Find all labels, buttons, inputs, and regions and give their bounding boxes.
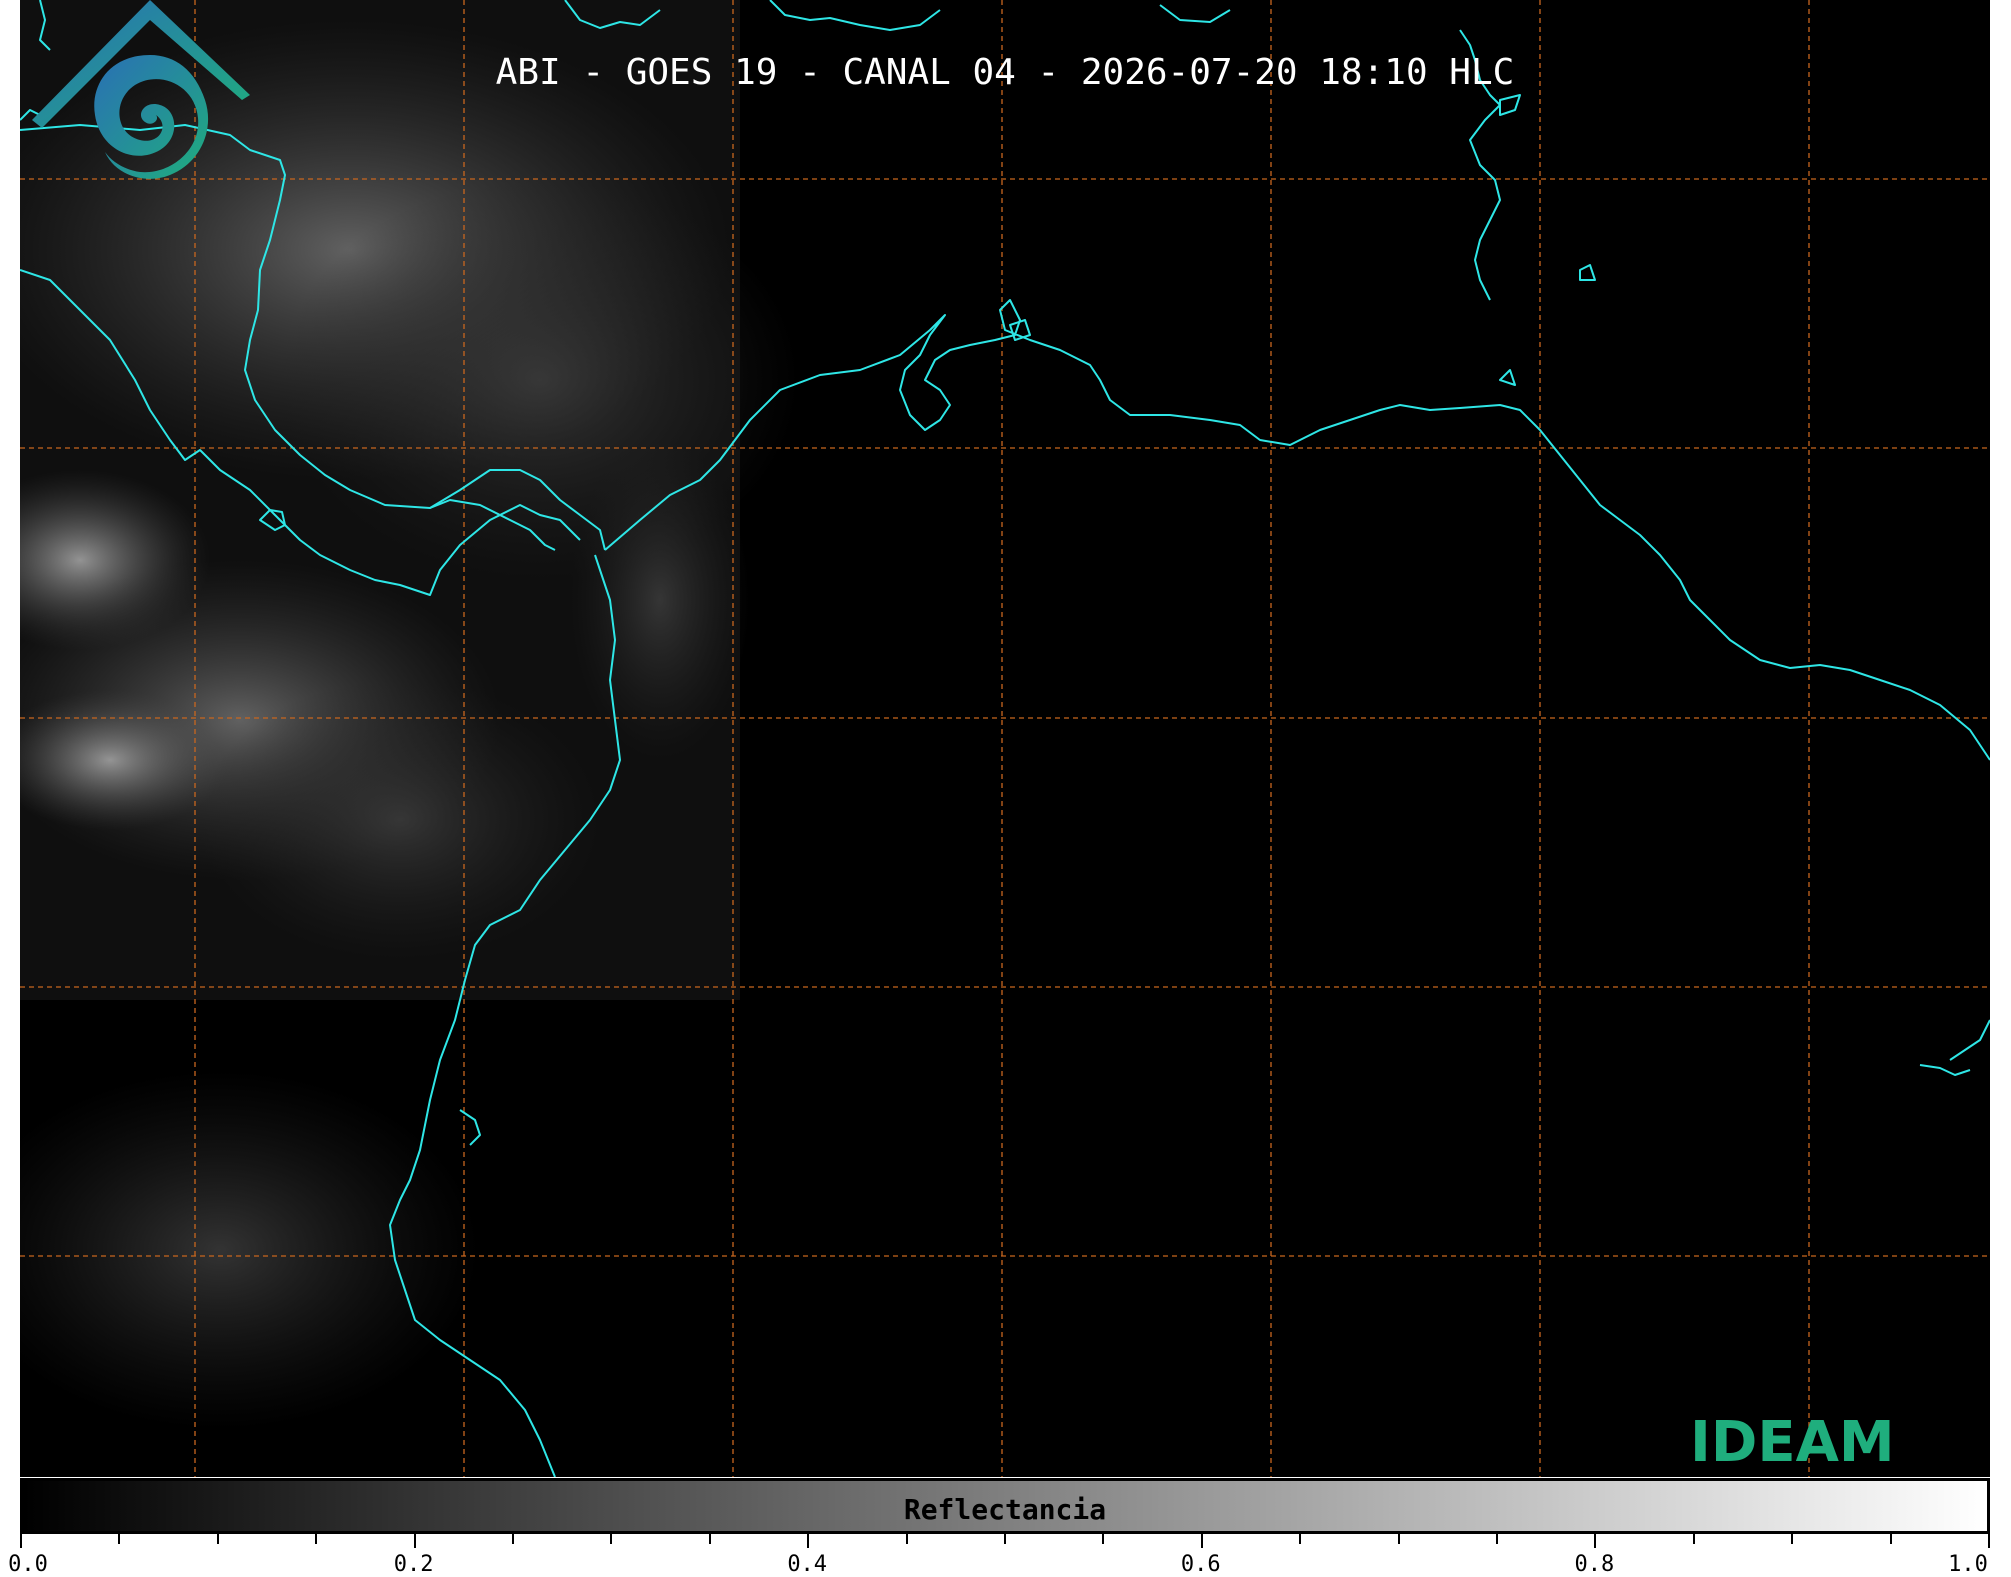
- colorbar-tick: [1397, 1534, 1400, 1544]
- image-title: ABI - GOES 19 - CANAL 04 - 2026-07-20 18…: [495, 52, 1515, 93]
- colorbar-tick: [1102, 1534, 1105, 1544]
- colorbar-tick: [1988, 1534, 1990, 1548]
- colorbar-tick: [1594, 1534, 1597, 1548]
- colorbar-tick: [1791, 1534, 1794, 1544]
- map-layer: [20, 0, 1990, 1477]
- colorbar-tick: [413, 1534, 416, 1548]
- ideam-logo-text: IDEAM: [1690, 1410, 1895, 1475]
- ideam-logo-icon: [32, 0, 250, 179]
- colorbar-tick: [1889, 1534, 1892, 1544]
- colorbar-tick: [216, 1534, 219, 1544]
- colorbar-tick-label: 0.8: [1574, 1552, 1615, 1577]
- colorbar-tick-label: 0.2: [393, 1552, 434, 1577]
- colorbar-tick: [610, 1534, 613, 1544]
- colorbar-tick: [905, 1534, 908, 1544]
- colorbar-tick: [1299, 1534, 1302, 1544]
- colorbar-tick: [1200, 1534, 1203, 1548]
- colorbar-tick: [807, 1534, 810, 1548]
- colorbar-tick: [315, 1534, 318, 1544]
- colorbar-tick: [708, 1534, 711, 1544]
- colorbar-tick-label: 0.6: [1180, 1552, 1221, 1577]
- colorbar-label: Reflectancia: [903, 1493, 1107, 1526]
- colorbar-axis: 0.0 0.2 0.4 0.6 0.8 1.0: [8, 1534, 1990, 1577]
- colorbar-tick: [1692, 1534, 1695, 1544]
- colorbar-tick: [20, 1534, 22, 1548]
- colorbar-tick: [118, 1534, 121, 1544]
- colorbar-tick-label: 0.4: [787, 1552, 828, 1577]
- colorbar-tick: [1496, 1534, 1498, 1544]
- colorbar: Reflectancia: [20, 1478, 1990, 1534]
- colorbar-tick-label: 0.0: [8, 1552, 48, 1577]
- colorbar-tick: [1004, 1534, 1006, 1544]
- colorbar-tick-label: 1.0: [1948, 1552, 1988, 1577]
- satellite-map[interactable]: ABI - GOES 19 - CANAL 04 - 2026-07-20 18…: [20, 0, 1990, 1477]
- colorbar-tick: [512, 1534, 514, 1544]
